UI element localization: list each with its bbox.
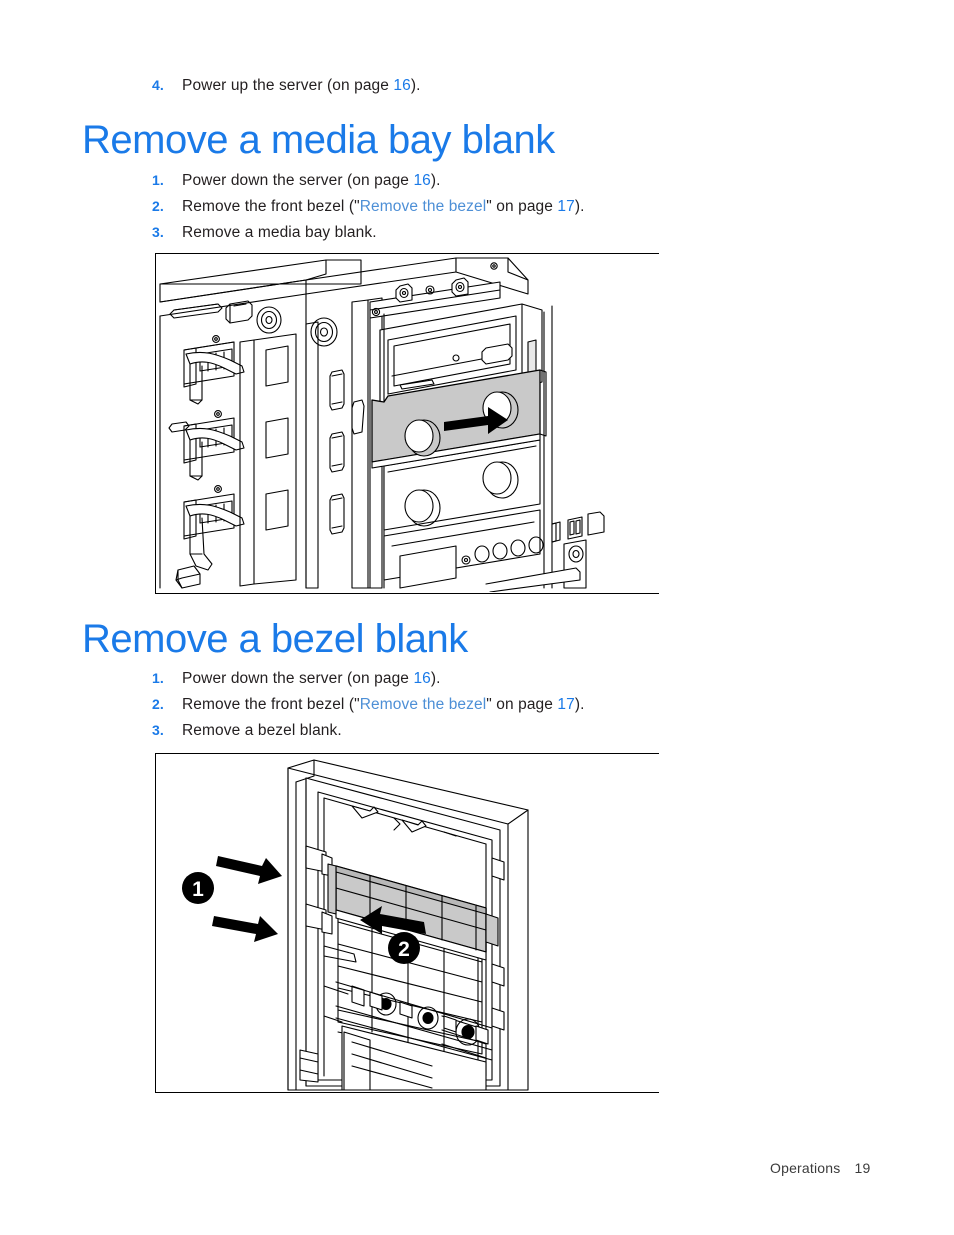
list-item-text: Power down the server (on page 16).	[182, 171, 441, 191]
step-text-before: Power down the server (on page	[182, 172, 414, 189]
step-text-before: Remove the front bezel ("	[182, 198, 360, 215]
list-item: 2. Remove the front bezel ("Remove the b…	[152, 694, 585, 715]
list-item-number: 3.	[152, 722, 164, 738]
figure-bezel-blank: 1 2	[155, 753, 659, 1093]
step-text-mid: " on page	[486, 198, 558, 215]
page-footer: Operations 19	[770, 1160, 870, 1176]
list-item-number: 2.	[152, 198, 164, 214]
footer-page-number: 19	[854, 1160, 871, 1176]
list-item: 2. Remove the front bezel ("Remove the b…	[152, 196, 585, 217]
cross-reference-link[interactable]: Remove the bezel	[360, 696, 487, 713]
page-reference[interactable]: 16	[413, 172, 430, 189]
list-item-text: Remove the front bezel ("Remove the beze…	[182, 197, 585, 217]
list-item: 1. Power down the server (on page 16).	[152, 668, 441, 689]
page-reference[interactable]: 16	[413, 670, 430, 687]
document-page: 4. Power up the server (on page 16). Rem…	[0, 0, 954, 1235]
step-text-before: Power up the server (on page	[182, 77, 394, 94]
list-item: 4. Power up the server (on page 16).	[152, 75, 421, 96]
list-item: 3. Remove a bezel blank.	[152, 720, 342, 741]
latch-release-arrow-upper-icon	[216, 856, 282, 884]
list-item: 3. Remove a media bay blank.	[152, 222, 377, 243]
media-bay-blank-drawing	[159, 257, 605, 592]
step-text-before: Power down the server (on page	[182, 670, 414, 687]
section-heading-media-bay-blank: Remove a media bay blank	[82, 118, 555, 162]
list-item-text: Power down the server (on page 16).	[182, 669, 441, 689]
callout-bullet-2: 2	[388, 932, 420, 964]
list-item-text: Remove a bezel blank.	[182, 722, 342, 739]
svg-text:2: 2	[398, 938, 410, 961]
figure-media-bay-blank	[155, 253, 659, 594]
list-item-text: Remove the front bezel ("Remove the beze…	[182, 695, 585, 715]
step-text-after: ).	[574, 696, 585, 713]
step-text-after: ).	[574, 198, 585, 215]
step-text-after: ).	[430, 172, 441, 189]
svg-text:1: 1	[192, 878, 204, 901]
list-item-number: 3.	[152, 224, 164, 240]
list-item-text: Power up the server (on page 16).	[182, 76, 421, 96]
list-item: 1. Power down the server (on page 16).	[152, 170, 441, 191]
list-item-text: Remove a media bay blank.	[182, 224, 377, 241]
list-item-number: 1.	[152, 670, 164, 686]
footer-section-label: Operations	[770, 1160, 841, 1176]
step-text-mid: " on page	[486, 696, 558, 713]
list-item-number: 2.	[152, 696, 164, 712]
step-text-before: Remove the front bezel ("	[182, 696, 360, 713]
callout-bullet-1: 1	[182, 872, 214, 904]
step-text-after: ).	[410, 77, 421, 94]
page-reference[interactable]: 16	[393, 77, 410, 94]
bezel-blank-drawing: 1 2	[182, 759, 529, 1091]
page-reference[interactable]: 17	[557, 696, 574, 713]
cross-reference-link[interactable]: Remove the bezel	[360, 198, 487, 215]
list-item-number: 1.	[152, 172, 164, 188]
step-text-after: ).	[430, 670, 441, 687]
list-item-number: 4.	[152, 77, 164, 93]
section-heading-bezel-blank: Remove a bezel blank	[82, 617, 468, 661]
latch-release-arrow-lower-icon	[212, 916, 278, 942]
page-reference[interactable]: 17	[557, 198, 574, 215]
